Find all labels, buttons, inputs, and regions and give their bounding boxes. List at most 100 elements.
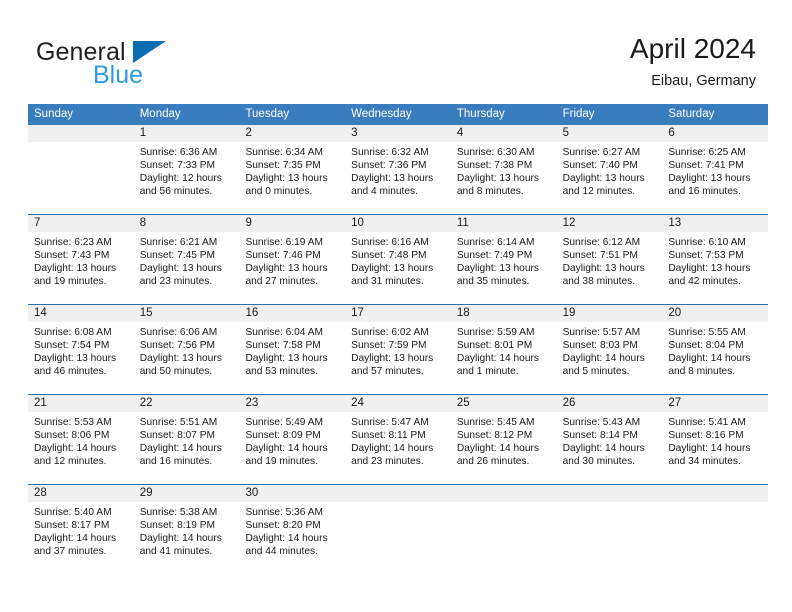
- daylight-duration-line2: and 12 minutes.: [562, 186, 636, 198]
- day-cell[interactable]: 4 Sunrise: 6:30 AM Sunset: 7:38 PM Daylight…: [450, 125, 557, 214]
- sunrise-time: Sunrise: 5:40 AM: [34, 507, 112, 518]
- day-cell[interactable]: 15 Sunrise: 6:06 AM Sunset: 7:56 PM Dayligh…: [133, 305, 240, 394]
- daylight-duration-line1: Daylight: 13 hours: [351, 353, 434, 365]
- day-number: 15: [133, 305, 240, 322]
- sunrise-time: Sunrise: 6:14 AM: [456, 237, 535, 248]
- sunrise-time: Sunrise: 6:12 AM: [562, 237, 641, 248]
- daylight-duration-line2: and 53 minutes.: [245, 366, 318, 378]
- day-cell[interactable]: 26 Sunrise: 5:43 AM Sunset: 8:14 PM Dayligh…: [556, 395, 663, 484]
- sunrise-time: Sunrise: 6:36 AM: [139, 147, 218, 158]
- day-details: Sunrise: 6:23 AM Sunset: 7:43 PM Daylight:…: [28, 232, 134, 288]
- day-number: 27: [662, 395, 769, 412]
- day-cell-empty: [556, 485, 663, 574]
- title-block: April 2024 Eibau, Germany: [630, 32, 756, 90]
- day-cell-empty: [345, 485, 451, 574]
- day-cell[interactable]: 16 Sunrise: 6:04 AM Sunset: 7:58 PM Dayligh…: [239, 305, 346, 394]
- week-cells: 28 Sunrise: 5:40 AM Sunset: 8:17 PM Dayligh…: [28, 485, 769, 574]
- day-cell[interactable]: 7 Sunrise: 6:23 AM Sunset: 7:43 PM Daylight…: [28, 215, 134, 304]
- day-number: 16: [239, 305, 346, 322]
- day-cell[interactable]: 22 Sunrise: 5:51 AM Sunset: 8:07 PM Dayligh…: [133, 395, 240, 484]
- day-number: 7: [28, 215, 134, 232]
- daylight-duration-line1: Daylight: 13 hours: [245, 263, 328, 275]
- day-number: 26: [556, 395, 663, 412]
- day-cell[interactable]: 8 Sunrise: 6:21 AM Sunset: 7:45 PM Daylight…: [133, 215, 240, 304]
- sunset-time: Sunset: 7:51 PM: [562, 250, 638, 262]
- day-cell[interactable]: 3 Sunrise: 6:32 AM Sunset: 7:36 PM Daylight…: [345, 125, 451, 214]
- sunset-time: Sunset: 8:03 PM: [562, 340, 638, 352]
- sunrise-time: Sunrise: 5:41 AM: [668, 417, 746, 428]
- day-cell[interactable]: 27 Sunrise: 5:41 AM Sunset: 8:16 PM Dayligh…: [662, 395, 769, 484]
- daylight-duration-line2: and 41 minutes.: [139, 546, 213, 558]
- day-cell[interactable]: 10 Sunrise: 6:16 AM Sunset: 7:48 PM Dayligh…: [345, 215, 451, 304]
- day-cell[interactable]: 6 Sunrise: 6:25 AM Sunset: 7:41 PM Daylight…: [662, 125, 769, 214]
- day-number: [345, 485, 451, 502]
- day-cell[interactable]: 2 Sunrise: 6:34 AM Sunset: 7:35 PM Daylight…: [239, 125, 346, 214]
- day-number: 22: [133, 395, 240, 412]
- day-details: Sunrise: 5:45 AM Sunset: 8:12 PM Daylight:…: [451, 412, 557, 468]
- day-details: Sunrise: 5:49 AM Sunset: 8:09 PM Daylight:…: [239, 412, 345, 468]
- sunset-time: Sunset: 8:01 PM: [456, 340, 533, 352]
- daylight-duration-line1: Daylight: 13 hours: [562, 263, 645, 275]
- sunset-time: Sunset: 7:38 PM: [456, 160, 533, 172]
- day-cell[interactable]: 14 Sunrise: 6:08 AM Sunset: 7:54 PM Dayligh…: [28, 305, 134, 394]
- sunset-time: Sunset: 8:12 PM: [456, 430, 533, 442]
- day-cell[interactable]: 24 Sunrise: 5:47 AM Sunset: 8:11 PM Dayligh…: [345, 395, 451, 484]
- day-number: 1: [133, 125, 240, 142]
- day-details: Sunrise: 5:51 AM Sunset: 8:07 PM Daylight:…: [134, 412, 240, 468]
- daylight-duration-line2: and 1 minute.: [456, 366, 519, 378]
- week-cells: 21 Sunrise: 5:53 AM Sunset: 8:06 PM Dayligh…: [28, 395, 769, 484]
- daylight-duration-line1: Daylight: 12 hours: [139, 173, 222, 185]
- day-cell[interactable]: 25 Sunrise: 5:45 AM Sunset: 8:12 PM Dayligh…: [450, 395, 557, 484]
- week-cells: 7 Sunrise: 6:23 AM Sunset: 7:43 PM Daylight…: [28, 215, 769, 304]
- sunset-time: Sunset: 7:56 PM: [139, 340, 216, 352]
- day-details: Sunrise: 6:12 AM Sunset: 7:51 PM Daylight:…: [557, 232, 663, 288]
- calendar-weeks: 1 Sunrise: 6:36 AM Sunset: 7:33 PM Daylight…: [28, 125, 769, 574]
- daylight-duration-line1: Daylight: 14 hours: [351, 443, 434, 455]
- day-cell[interactable]: 11 Sunrise: 6:14 AM Sunset: 7:49 PM Dayligh…: [450, 215, 557, 304]
- calendar-week-row: 7 Sunrise: 6:23 AM Sunset: 7:43 PM Daylight…: [28, 214, 769, 304]
- weekday-header-sunday: Sunday: [34, 108, 74, 120]
- day-cell[interactable]: 13 Sunrise: 6:10 AM Sunset: 7:53 PM Dayligh…: [662, 215, 769, 304]
- sunset-time: Sunset: 7:40 PM: [562, 160, 638, 172]
- general-blue-logo: General Blue: [36, 38, 276, 94]
- day-cell[interactable]: 12 Sunrise: 6:12 AM Sunset: 7:51 PM Dayligh…: [556, 215, 663, 304]
- daylight-duration-line1: Daylight: 13 hours: [34, 263, 117, 275]
- day-cell[interactable]: 5 Sunrise: 6:27 AM Sunset: 7:40 PM Daylight…: [556, 125, 663, 214]
- logo-text-blue: Blue: [93, 61, 144, 89]
- sunrise-time: Sunrise: 5:53 AM: [34, 417, 112, 428]
- daylight-duration-line2: and 50 minutes.: [139, 366, 213, 378]
- daylight-duration-line2: and 42 minutes.: [668, 276, 741, 288]
- sunset-time: Sunset: 7:36 PM: [351, 160, 427, 172]
- day-cell[interactable]: 20 Sunrise: 5:55 AM Sunset: 8:04 PM Dayligh…: [662, 305, 769, 394]
- sunrise-time: Sunrise: 6:25 AM: [668, 147, 746, 158]
- day-cell[interactable]: 23 Sunrise: 5:49 AM Sunset: 8:09 PM Dayligh…: [239, 395, 346, 484]
- day-details: Sunrise: 5:53 AM Sunset: 8:06 PM Daylight:…: [28, 412, 134, 468]
- day-number: 23: [239, 395, 346, 412]
- sunset-time: Sunset: 8:06 PM: [34, 430, 110, 442]
- day-cell[interactable]: 29 Sunrise: 5:38 AM Sunset: 8:19 PM Dayligh…: [133, 485, 240, 574]
- daylight-duration-line2: and 4 minutes.: [351, 186, 418, 198]
- daylight-duration-line2: and 23 minutes.: [139, 276, 213, 288]
- daylight-duration-line1: Daylight: 14 hours: [245, 533, 328, 545]
- daylight-duration-line1: Daylight: 14 hours: [139, 533, 222, 545]
- day-number: 14: [28, 305, 134, 322]
- day-cell[interactable]: 28 Sunrise: 5:40 AM Sunset: 8:17 PM Dayligh…: [28, 485, 134, 574]
- calendar-grid: Sunday Monday Tuesday Wednesday Thursday Frid…: [28, 104, 769, 574]
- daylight-duration-line1: Daylight: 14 hours: [245, 443, 328, 455]
- day-cell[interactable]: 9 Sunrise: 6:19 AM Sunset: 7:46 PM Daylight…: [239, 215, 346, 304]
- sunset-time: Sunset: 8:04 PM: [668, 340, 744, 352]
- day-cell[interactable]: 30 Sunrise: 5:36 AM Sunset: 8:20 PM Dayligh…: [239, 485, 346, 574]
- day-details: Sunrise: 5:40 AM Sunset: 8:17 PM Daylight:…: [28, 502, 134, 558]
- day-cell[interactable]: 1 Sunrise: 6:36 AM Sunset: 7:33 PM Daylight…: [133, 125, 240, 214]
- day-number: [662, 485, 769, 502]
- daylight-duration-line1: Daylight: 13 hours: [456, 263, 539, 275]
- daylight-duration-line1: Daylight: 13 hours: [562, 173, 645, 185]
- day-number: 13: [662, 215, 769, 232]
- day-cell[interactable]: 21 Sunrise: 5:53 AM Sunset: 8:06 PM Dayligh…: [28, 395, 134, 484]
- day-cell[interactable]: 19 Sunrise: 5:57 AM Sunset: 8:03 PM Dayligh…: [556, 305, 663, 394]
- sunrise-time: Sunrise: 5:57 AM: [562, 327, 641, 338]
- day-cell[interactable]: 18 Sunrise: 5:59 AM Sunset: 8:01 PM Dayligh…: [450, 305, 557, 394]
- day-details: Sunrise: 6:16 AM Sunset: 7:48 PM Daylight:…: [345, 232, 451, 288]
- daylight-duration-line2: and 56 minutes.: [139, 186, 213, 198]
- day-cell[interactable]: 17 Sunrise: 6:02 AM Sunset: 7:59 PM Dayligh…: [345, 305, 451, 394]
